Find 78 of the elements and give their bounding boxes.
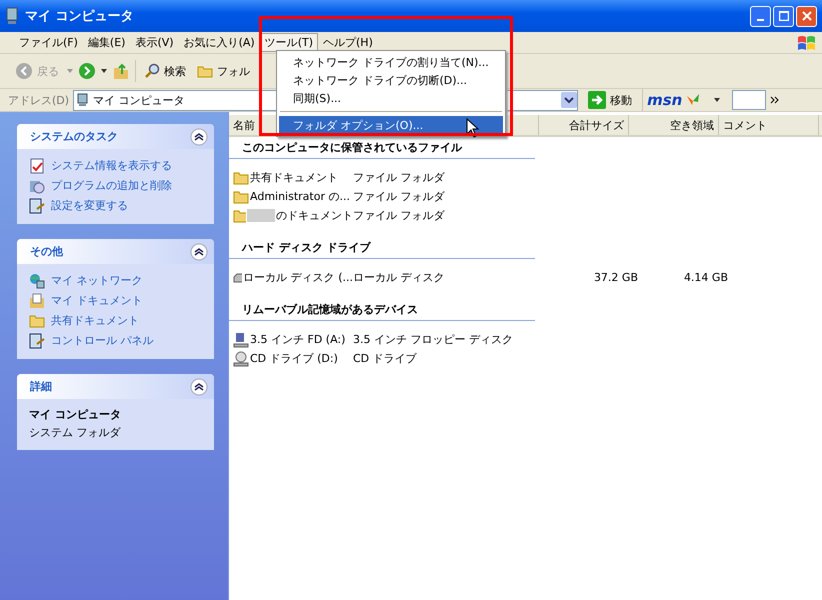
group-heading: リムーバブル記憶域があるデバイス [229,302,535,321]
total-size: 37.2 GB [594,271,638,284]
item-name[interactable]: Administrator の... [250,189,350,204]
document-folder-icon [29,292,45,308]
task-link[interactable]: マイ ドキュメント [29,292,202,309]
collapse-icon[interactable] [190,242,208,260]
menu-item[interactable]: ヘルプ(H) [318,33,378,52]
item-type: 3.5 インチ フロッピー ディスク [353,332,514,347]
menu-item[interactable]: 表示(V) [130,33,179,52]
window-pen-icon [29,332,45,348]
cd-drive-icon [233,350,249,366]
pane-title[interactable]: その他 [30,244,63,259]
collapse-icon[interactable] [190,128,208,146]
task-link[interactable]: 設定を変更する [29,197,202,214]
window-pen-icon [29,198,45,214]
menu-item[interactable]: ネットワーク ドライブの割り当て(N)... [279,53,503,71]
collapse-icon[interactable] [190,378,208,396]
item-type: CD ドライブ [353,351,418,366]
computer-icon [77,93,90,107]
item-name[interactable]: CD ドライブ (D:) [250,351,338,366]
details-type: システム フォルダ [29,425,122,440]
free-space: 4.14 GB [684,271,728,284]
item-name[interactable]: のドキュメント [276,208,353,223]
item-name[interactable]: 3.5 インチ FD (A:) [250,332,346,347]
document-check-icon [29,158,45,174]
item-type: ローカル ディスク [353,270,446,285]
column-header[interactable]: 合計サイズ [539,115,629,135]
folder-icon [29,312,45,328]
search-icon [144,63,160,79]
close-button[interactable] [796,6,817,26]
menu-item[interactable]: 同期(S)... [279,89,503,107]
folder-icon [233,190,249,204]
floppy-drive-icon [233,332,249,348]
folder-icon [233,208,246,222]
item-name[interactable]: ローカル ディスク (... [243,270,353,285]
blurred-text-placeholder [247,209,275,222]
address-label: アドレス(D) [8,92,70,108]
folder-icon [233,170,249,184]
pane-title[interactable]: 詳細 [30,379,52,394]
minimize-icon [757,18,764,20]
dropdown-arrow-icon[interactable] [714,98,720,102]
task-link[interactable]: プログラムの追加と削除 [29,177,202,194]
folder-icon [197,64,213,78]
group-heading: ハード ディスク ドライブ [229,240,535,259]
item-type: ファイル フォルダ [353,208,446,223]
menu-item[interactable]: 編集(E) [82,33,130,52]
menu-item[interactable]: ファイル(F) [14,33,83,52]
menu-item[interactable]: お気に入り(A) [178,33,260,52]
minimize-button[interactable] [750,6,771,26]
search-field[interactable] [732,90,766,110]
maximize-button[interactable] [773,6,794,26]
menu-item[interactable]: フォルダ オプション(O)... [279,116,503,134]
msn-logo[interactable]: msn [647,91,682,109]
column-header[interactable]: 空き領域 [629,115,719,135]
forward-button[interactable] [78,62,96,80]
search-button[interactable]: 検索 [141,63,189,79]
maximize-icon [778,11,788,21]
chevron-icon[interactable] [770,96,780,104]
task-link[interactable]: コントロール パネル [29,332,202,349]
task-link[interactable]: 共有ドキュメント [29,312,202,329]
item-type: ファイル フォルダ [353,170,446,185]
go-button[interactable]: 移動 [582,91,638,109]
window-title: マイ コンピュータ [25,8,134,25]
hard-drive-icon [233,270,242,284]
column-header[interactable]: コメント [719,115,819,135]
windows-flag-icon [796,34,818,52]
item-type: ファイル フォルダ [353,189,446,204]
task-link[interactable]: マイ ネットワーク [29,272,202,289]
item-name[interactable]: 共有ドキュメント [250,170,338,185]
menu-item[interactable]: ネットワーク ドライブの切断(D)... [279,71,503,89]
close-icon [802,11,812,21]
group-heading: このコンピュータに保管されているファイル [229,140,535,159]
task-link[interactable]: システム情報を表示する [29,157,202,174]
details-name: マイ コンピュータ [29,407,122,422]
folders-button[interactable]: フォル [194,64,253,78]
computer-icon [5,7,19,25]
dropdown-arrow-icon[interactable] [101,69,107,73]
globe-computer-icon [29,272,45,288]
